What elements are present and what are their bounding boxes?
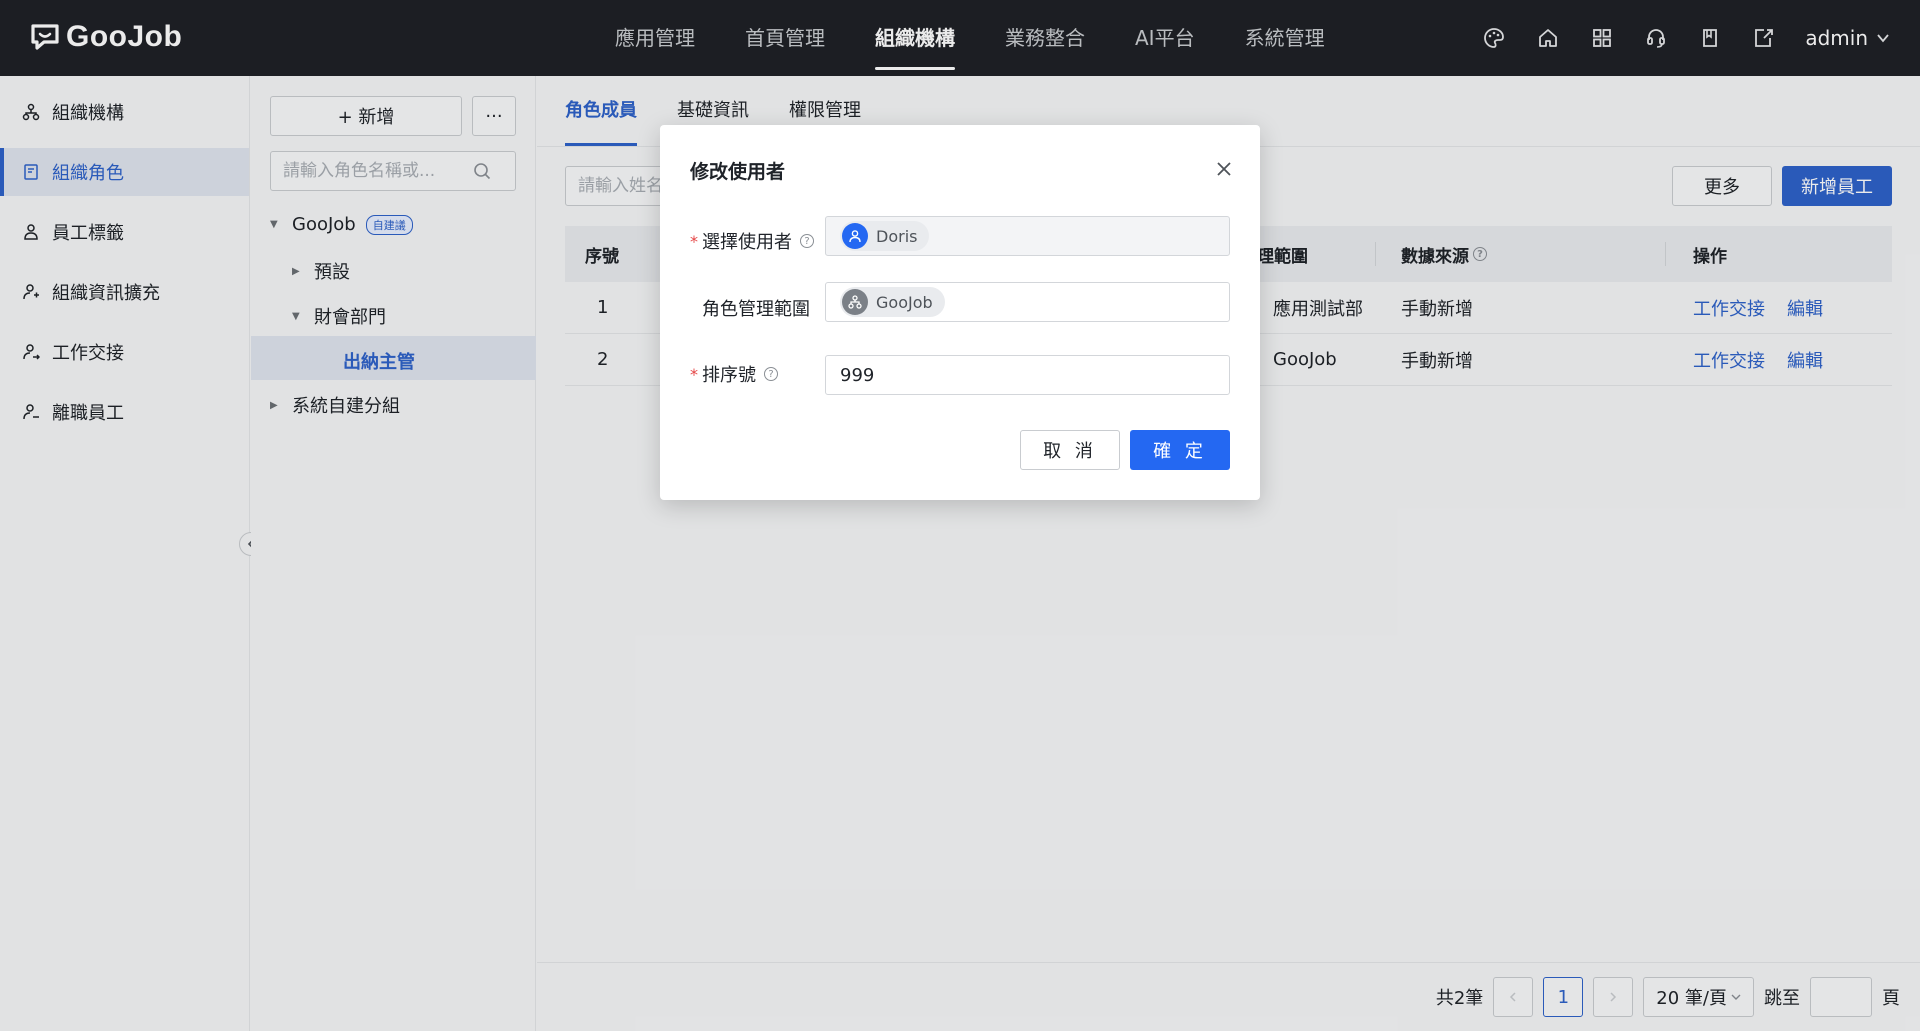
- user-chip[interactable]: Doris: [840, 221, 930, 251]
- scope-select[interactable]: GooJob: [825, 282, 1230, 322]
- modal-title: 修改使用者: [690, 161, 786, 183]
- help-icon[interactable]: ?: [764, 367, 778, 381]
- order-field-label: * 排序號 ?: [690, 361, 840, 387]
- org-icon: [842, 289, 868, 315]
- user-select[interactable]: Doris: [825, 216, 1230, 256]
- confirm-button[interactable]: 確 定: [1130, 430, 1230, 470]
- user-field-label: * 選擇使用者 ?: [690, 228, 840, 254]
- scope-chip[interactable]: GooJob: [840, 287, 945, 317]
- required-marker: *: [690, 231, 698, 251]
- edit-user-modal: 修改使用者 * 選擇使用者 ? Doris 角色管理範圍 GooJob * 排序…: [660, 125, 1260, 500]
- order-input[interactable]: [840, 364, 1215, 386]
- required-marker: *: [690, 364, 698, 384]
- order-field-label-text: 排序號: [702, 365, 756, 386]
- close-icon[interactable]: [1212, 157, 1236, 181]
- user-avatar-icon: [842, 223, 868, 249]
- scope-chip-label: GooJob: [876, 292, 933, 312]
- order-field: [825, 355, 1230, 395]
- user-field-label-text: 選擇使用者: [702, 232, 792, 253]
- cancel-button[interactable]: 取 消: [1020, 430, 1120, 470]
- scope-field-label: 角色管理範圍: [690, 295, 840, 321]
- help-icon[interactable]: ?: [800, 234, 814, 248]
- user-chip-label: Doris: [876, 226, 918, 246]
- scope-field-label-text: 角色管理範圍: [702, 299, 810, 320]
